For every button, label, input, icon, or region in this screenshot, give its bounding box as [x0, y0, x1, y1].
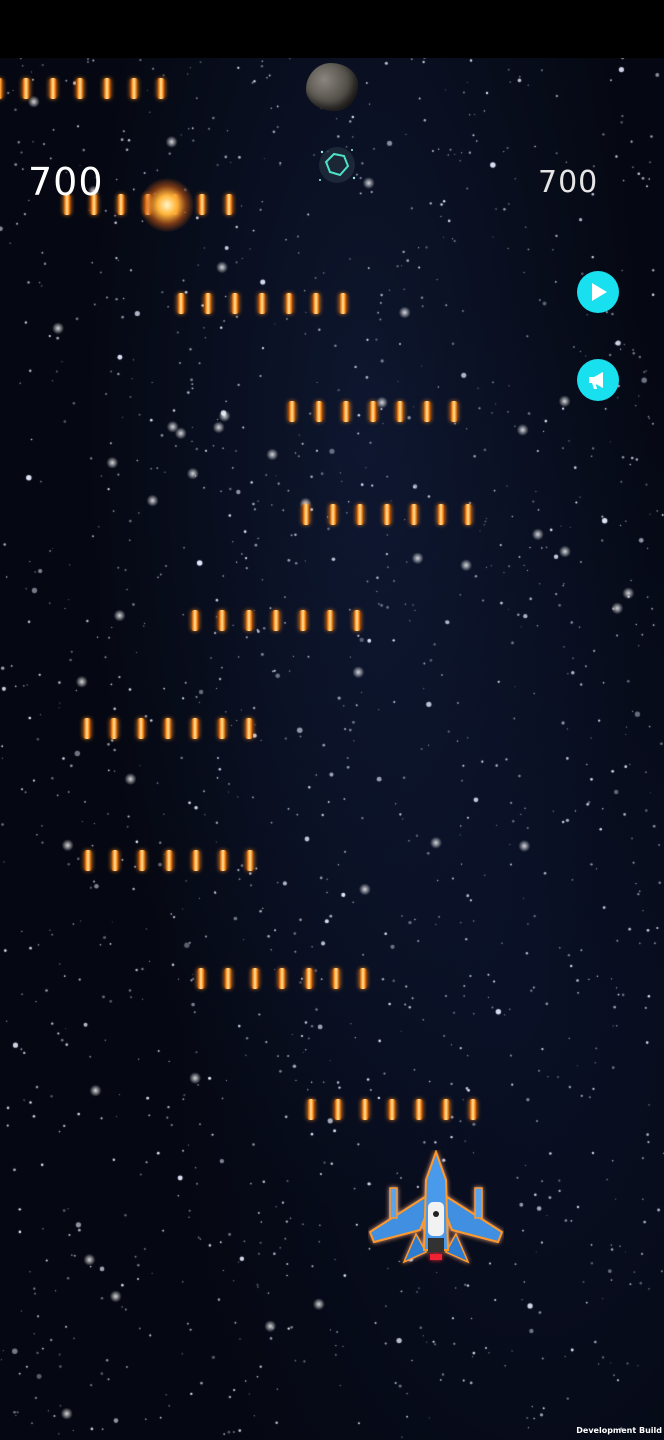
bullet: [177, 293, 185, 314]
bullet-row: [197, 968, 367, 989]
bullet: [246, 850, 254, 871]
bullet: [334, 1099, 342, 1120]
bullet: [361, 1099, 369, 1120]
bullet: [191, 718, 199, 739]
bullet: [326, 610, 334, 631]
bullet: [218, 718, 226, 739]
bullet: [272, 610, 280, 631]
bullet: [130, 78, 138, 99]
sound-button[interactable]: [577, 359, 619, 401]
bullet: [164, 718, 172, 739]
bullet: [415, 1099, 423, 1120]
megaphone-icon: [589, 372, 603, 389]
bullet: [110, 718, 118, 739]
bullet: [165, 850, 173, 871]
bullet: [251, 968, 259, 989]
bullet: [197, 968, 205, 989]
bullet: [299, 610, 307, 631]
bullet: [103, 78, 111, 99]
bullet: [204, 293, 212, 314]
bullet: [219, 850, 227, 871]
asteroid: [306, 63, 358, 111]
bullet: [305, 968, 313, 989]
bullet-row: [177, 293, 347, 314]
bullet: [218, 610, 226, 631]
bullet: [278, 968, 286, 989]
bullet-row: [84, 850, 254, 871]
bullet: [312, 293, 320, 314]
explosion: [140, 178, 194, 232]
bullet-row: [302, 504, 472, 525]
status-bar: [0, 0, 664, 58]
bullet: [224, 968, 232, 989]
bullet: [245, 610, 253, 631]
bullet: [450, 401, 458, 422]
bullet: [369, 401, 377, 422]
bullet: [198, 194, 206, 215]
bullet: [83, 718, 91, 739]
bullet: [437, 504, 445, 525]
bullet: [342, 401, 350, 422]
bullet-row: [191, 610, 361, 631]
bullet: [192, 850, 200, 871]
bullet: [423, 401, 431, 422]
development-build-label: Development Build: [576, 1426, 662, 1435]
play-button[interactable]: [577, 271, 619, 313]
bullet: [245, 718, 253, 739]
bullet: [464, 504, 472, 525]
game-canvas[interactable]: 700 700 Development Build: [0, 0, 664, 1440]
score-right: 700: [538, 165, 599, 200]
bullet: [332, 968, 340, 989]
bullet: [356, 504, 364, 525]
bullet: [22, 78, 30, 99]
bullet: [469, 1099, 477, 1120]
bullet: [410, 504, 418, 525]
bullet: [49, 78, 57, 99]
bullet: [359, 968, 367, 989]
bullet: [225, 194, 233, 215]
bullet: [285, 293, 293, 314]
bullet: [396, 401, 404, 422]
bullet-row: [0, 78, 165, 99]
bullet: [442, 1099, 450, 1120]
bullet: [288, 401, 296, 422]
bullet-row: [307, 1099, 477, 1120]
bullet: [76, 78, 84, 99]
debris: [319, 147, 356, 183]
bullet: [157, 78, 165, 99]
bullet: [307, 1099, 315, 1120]
bullet: [0, 78, 3, 99]
bullet: [117, 194, 125, 215]
bullet: [138, 850, 146, 871]
bullet: [231, 293, 239, 314]
bullet: [329, 504, 337, 525]
bullet: [339, 293, 347, 314]
bullet-row: [83, 718, 253, 739]
score-left: 700: [28, 160, 104, 204]
bullet: [353, 610, 361, 631]
bullet: [258, 293, 266, 314]
bullet: [302, 504, 310, 525]
bullet: [388, 1099, 396, 1120]
bullet: [84, 850, 92, 871]
bullet: [137, 718, 145, 739]
play-icon: [592, 283, 607, 301]
bullet: [111, 850, 119, 871]
bullet: [315, 401, 323, 422]
player-ship[interactable]: [368, 1150, 504, 1272]
bullet: [383, 504, 391, 525]
bullet: [191, 610, 199, 631]
bullet-row: [288, 401, 458, 422]
